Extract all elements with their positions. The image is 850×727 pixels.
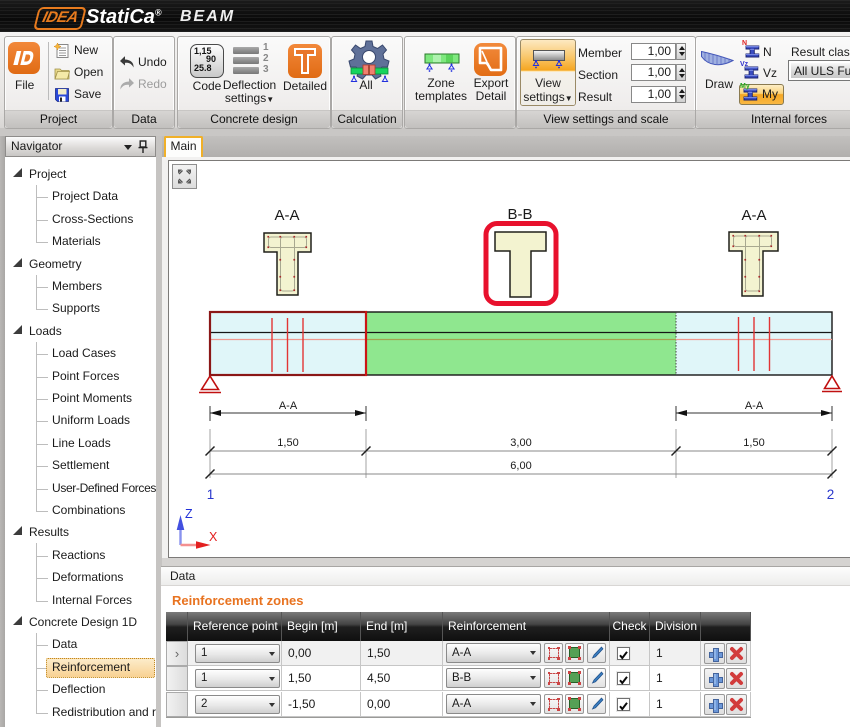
svg-text:Z: Z	[185, 507, 193, 521]
svg-text:A-A: A-A	[279, 400, 298, 412]
svg-text:1: 1	[207, 487, 215, 502]
svg-text:X: X	[209, 530, 218, 544]
svg-text:1,50: 1,50	[277, 437, 298, 449]
svg-text:B-B: B-B	[507, 206, 532, 223]
svg-text:2: 2	[827, 487, 835, 502]
svg-text:A-A: A-A	[741, 207, 766, 224]
svg-text:1,50: 1,50	[743, 437, 764, 449]
svg-text:A-A: A-A	[274, 207, 299, 224]
svg-text:3,00: 3,00	[510, 437, 531, 449]
svg-text:A-A: A-A	[745, 400, 764, 412]
svg-text:6,00: 6,00	[510, 460, 531, 472]
